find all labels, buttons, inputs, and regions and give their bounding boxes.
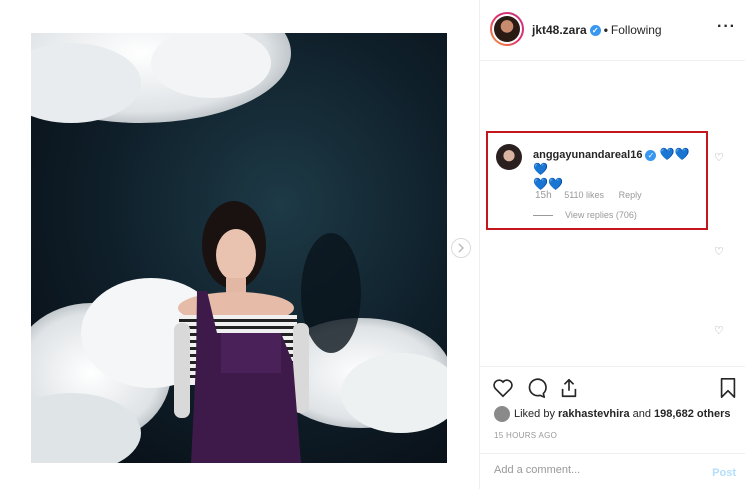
liked-by-summary: Liked by rakhastevhira and 198,682 other…	[494, 406, 730, 422]
blue-heart-emoji: 💙	[533, 177, 548, 191]
verified-badge-icon: ✓	[589, 25, 601, 37]
comment-like-heart-icon[interactable]: ♡	[714, 151, 724, 164]
comment-like-heart-icon[interactable]: ♡	[714, 324, 724, 337]
add-comment-bar: Post	[480, 453, 745, 490]
post-photo	[31, 33, 447, 463]
liked-by-prefix: Liked by	[514, 407, 559, 420]
post-timestamp[interactable]: 15 HOURS AGO	[494, 431, 557, 440]
more-options-icon[interactable]: ···	[717, 18, 736, 36]
liker-username[interactable]: rakhastevhira	[558, 408, 630, 420]
comment-body: anggayunandareal16 ✓ 💙💙💙 💙💙	[533, 147, 703, 192]
author-row: jkt48.zara ✓ • Following	[532, 23, 662, 37]
author-avatar[interactable]	[490, 12, 524, 46]
bookmark-icon[interactable]	[718, 377, 738, 399]
blue-heart-emoji: 💙	[674, 147, 690, 161]
liked-by-and: and	[629, 407, 655, 420]
liker-avatar[interactable]	[494, 406, 510, 422]
blue-heart-emoji: 💙	[547, 177, 563, 191]
comment-input[interactable]	[492, 463, 696, 477]
commenter-username[interactable]: anggayunandareal16	[533, 149, 642, 161]
replies-divider	[533, 215, 553, 217]
post-side-panel: jkt48.zara ✓ • Following ··· anggayunandare…	[479, 0, 745, 489]
blue-heart-emoji: 💙	[659, 147, 675, 161]
next-image-button[interactable]	[451, 238, 471, 258]
commenter-avatar[interactable]	[496, 144, 522, 170]
separator-dot: •	[603, 23, 608, 37]
following-button[interactable]: Following	[611, 23, 662, 37]
author-username[interactable]: jkt48.zara	[532, 23, 587, 37]
comment-likes[interactable]: 5110 likes	[564, 190, 604, 200]
heart-outline-icon[interactable]	[492, 377, 514, 399]
share-arrow-icon[interactable]	[558, 377, 580, 399]
comment-age[interactable]: 15h	[535, 190, 552, 201]
blue-heart-emoji: 💙	[533, 162, 548, 176]
comment-bubble-icon[interactable]	[525, 377, 547, 399]
comment-meta: 15h 5110 likes Reply	[535, 190, 642, 201]
chevron-right-icon	[458, 243, 465, 253]
view-replies-button[interactable]: View replies (706)	[533, 210, 637, 220]
view-replies-label: View replies (706)	[565, 210, 637, 220]
highlighted-comment: anggayunandareal16 ✓ 💙💙💙 💙💙 15h 5110 like…	[486, 131, 708, 230]
post-image[interactable]	[31, 33, 447, 463]
post-comment-button[interactable]: Post	[712, 467, 736, 479]
reply-button[interactable]: Reply	[619, 190, 642, 200]
post-header: jkt48.zara ✓ • Following ···	[480, 0, 745, 61]
verified-badge-icon: ✓	[645, 149, 657, 161]
likes-count-link[interactable]: 198,682 others	[654, 408, 730, 420]
comment-like-heart-icon[interactable]: ♡	[714, 245, 724, 258]
